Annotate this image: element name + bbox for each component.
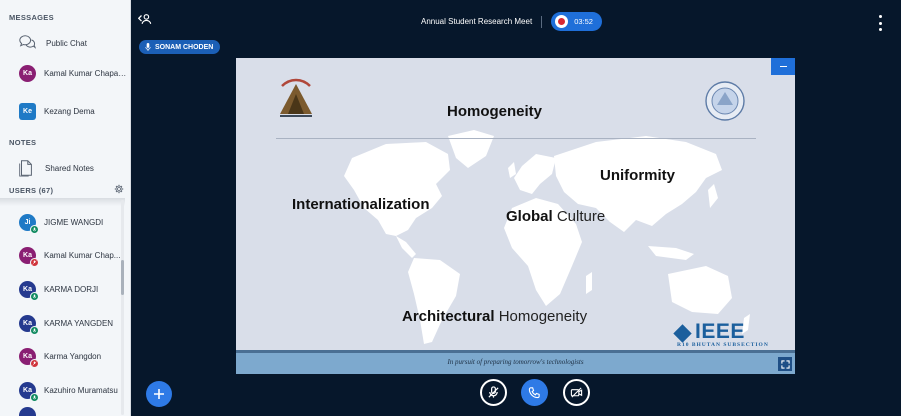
minimize-slide-button[interactable] — [771, 58, 795, 75]
user-name: KARMA YANGDEN — [44, 318, 114, 328]
slide-rule — [276, 138, 756, 139]
college-seal-icon — [705, 81, 745, 121]
users-scrollbar[interactable] — [121, 200, 124, 415]
user-item[interactable]: Ji JIGME WANGDI — [0, 207, 128, 237]
university-logo-icon — [280, 78, 312, 117]
record-icon — [555, 15, 569, 28]
sidebar: MESSAGES Public Chat Ka Kamal Kumar Chap… — [0, 0, 131, 416]
mic-muted-icon — [30, 257, 39, 267]
mic-off-icon — [488, 386, 499, 398]
ieee-logo: IEEE — [673, 320, 745, 344]
ieee-subsection: R10 BHUTAN SUBSECTION — [677, 342, 769, 348]
avatar: Ke — [19, 102, 36, 120]
mic-status-icon — [30, 392, 39, 402]
mic-status-icon — [30, 224, 39, 234]
camera-off-icon — [570, 387, 583, 398]
mic-icon — [145, 43, 151, 51]
user-name: Kamal Kumar Chap... — [44, 250, 121, 260]
user-item[interactable]: Ka KARMA DORJI — [0, 274, 128, 304]
plus-icon — [154, 389, 164, 399]
user-name: Karma Yangdon — [44, 351, 102, 361]
meeting-header: Annual Student Research Meet 03:52 — [421, 12, 602, 31]
chat-item-kezang[interactable]: Ke Kezang Dema — [0, 96, 128, 126]
gear-icon[interactable] — [114, 184, 124, 194]
slide-word-global: Global — [506, 208, 553, 225]
user-item[interactable]: Ka Kazuhiro Muramatsu — [0, 375, 128, 405]
fullscreen-button[interactable] — [778, 357, 792, 371]
ieee-diamond-icon — [673, 324, 692, 343]
slide-word-homogeneity2: Homogeneity — [498, 308, 588, 325]
avatar: Ka — [19, 347, 39, 368]
public-chat-item[interactable]: Public Chat — [0, 28, 128, 58]
messages-heading: MESSAGES — [9, 13, 54, 22]
user-name: Kazuhiro Muramatsu — [44, 385, 118, 395]
scrollbar-thumb[interactable] — [121, 260, 124, 295]
chat-name: Kamal Kumar Chapagai — [44, 68, 128, 78]
kebab-icon[interactable] — [877, 15, 883, 31]
slide-word-culture: Culture — [556, 208, 606, 225]
presentation-slide: Homogeneity Uniformity Internationalizat… — [236, 58, 795, 374]
actions-button[interactable] — [146, 381, 172, 407]
avatar: Ji — [19, 213, 39, 234]
avatar: Ka — [19, 314, 39, 335]
divider — [541, 15, 543, 28]
mic-status-icon — [30, 325, 39, 335]
user-name: KARMA DORJI — [44, 284, 99, 294]
list-fade — [0, 198, 125, 206]
users-heading: USERS (67) — [9, 186, 54, 195]
user-item[interactable]: Ka Kamal Kumar Chap... — [0, 240, 128, 270]
meeting-title: Annual Student Research Meet — [421, 17, 533, 26]
slide-footer-text: In pursuit of preparing tomorrow's techn… — [447, 358, 584, 366]
notes-heading: NOTES — [9, 138, 37, 147]
top-bar: Annual Student Research Meet 03:52 — [131, 0, 901, 40]
recording-indicator[interactable]: 03:52 — [551, 12, 602, 31]
ieee-wordmark: IEEE — [695, 320, 745, 343]
shared-notes-item[interactable]: Shared Notes — [0, 153, 128, 183]
slide-word-homogeneity: Homogeneity — [447, 103, 543, 120]
mic-status-icon — [30, 291, 39, 301]
shared-notes-label: Shared Notes — [45, 163, 94, 173]
mic-muted-icon — [30, 358, 39, 368]
chat-name: Kezang Dema — [44, 106, 95, 116]
recording-time: 03:52 — [574, 17, 593, 26]
share-camera-button[interactable] — [563, 379, 590, 406]
presenter-name: SONAM CHODEN — [155, 43, 214, 51]
users-list[interactable]: Ji JIGME WANGDI Ka Kamal Kumar Chap... K… — [0, 198, 128, 416]
leave-audio-button[interactable] — [521, 379, 548, 406]
document-icon — [19, 160, 32, 177]
slide-word-architectural: Architectural — [402, 308, 495, 325]
avatar — [19, 407, 36, 416]
user-name: JIGME WANGDI — [44, 217, 104, 227]
avatar: Ka — [19, 381, 39, 402]
chat-bubbles-icon — [19, 35, 36, 49]
public-chat-label: Public Chat — [46, 38, 87, 48]
avatar: Ka — [19, 64, 36, 82]
slide-word-uniformity: Uniformity — [600, 167, 675, 184]
user-item[interactable]: Ka Karma Yangdon — [0, 341, 128, 371]
phone-icon — [528, 387, 540, 399]
avatar: Ka — [19, 246, 39, 267]
slide-word-architectural-homogeneity: Architectural Homogeneity — [402, 308, 587, 325]
presenter-badge: SONAM CHODEN — [139, 40, 221, 54]
slide-word-internationalization: Internationalization — [292, 196, 430, 213]
chat-item-kamal[interactable]: Ka Kamal Kumar Chapagai — [0, 58, 128, 88]
mute-button[interactable] — [480, 379, 507, 406]
minimize-icon — [779, 65, 787, 68]
avatar: Ka — [19, 280, 39, 301]
user-list-toggle-icon[interactable] — [138, 13, 152, 25]
slide-word-global-culture: Global Culture — [506, 208, 605, 225]
slide-footer: In pursuit of preparing tomorrow's techn… — [236, 350, 795, 374]
fullscreen-icon — [780, 359, 790, 369]
user-item[interactable]: Ka KARMA YANGDEN — [0, 308, 128, 338]
